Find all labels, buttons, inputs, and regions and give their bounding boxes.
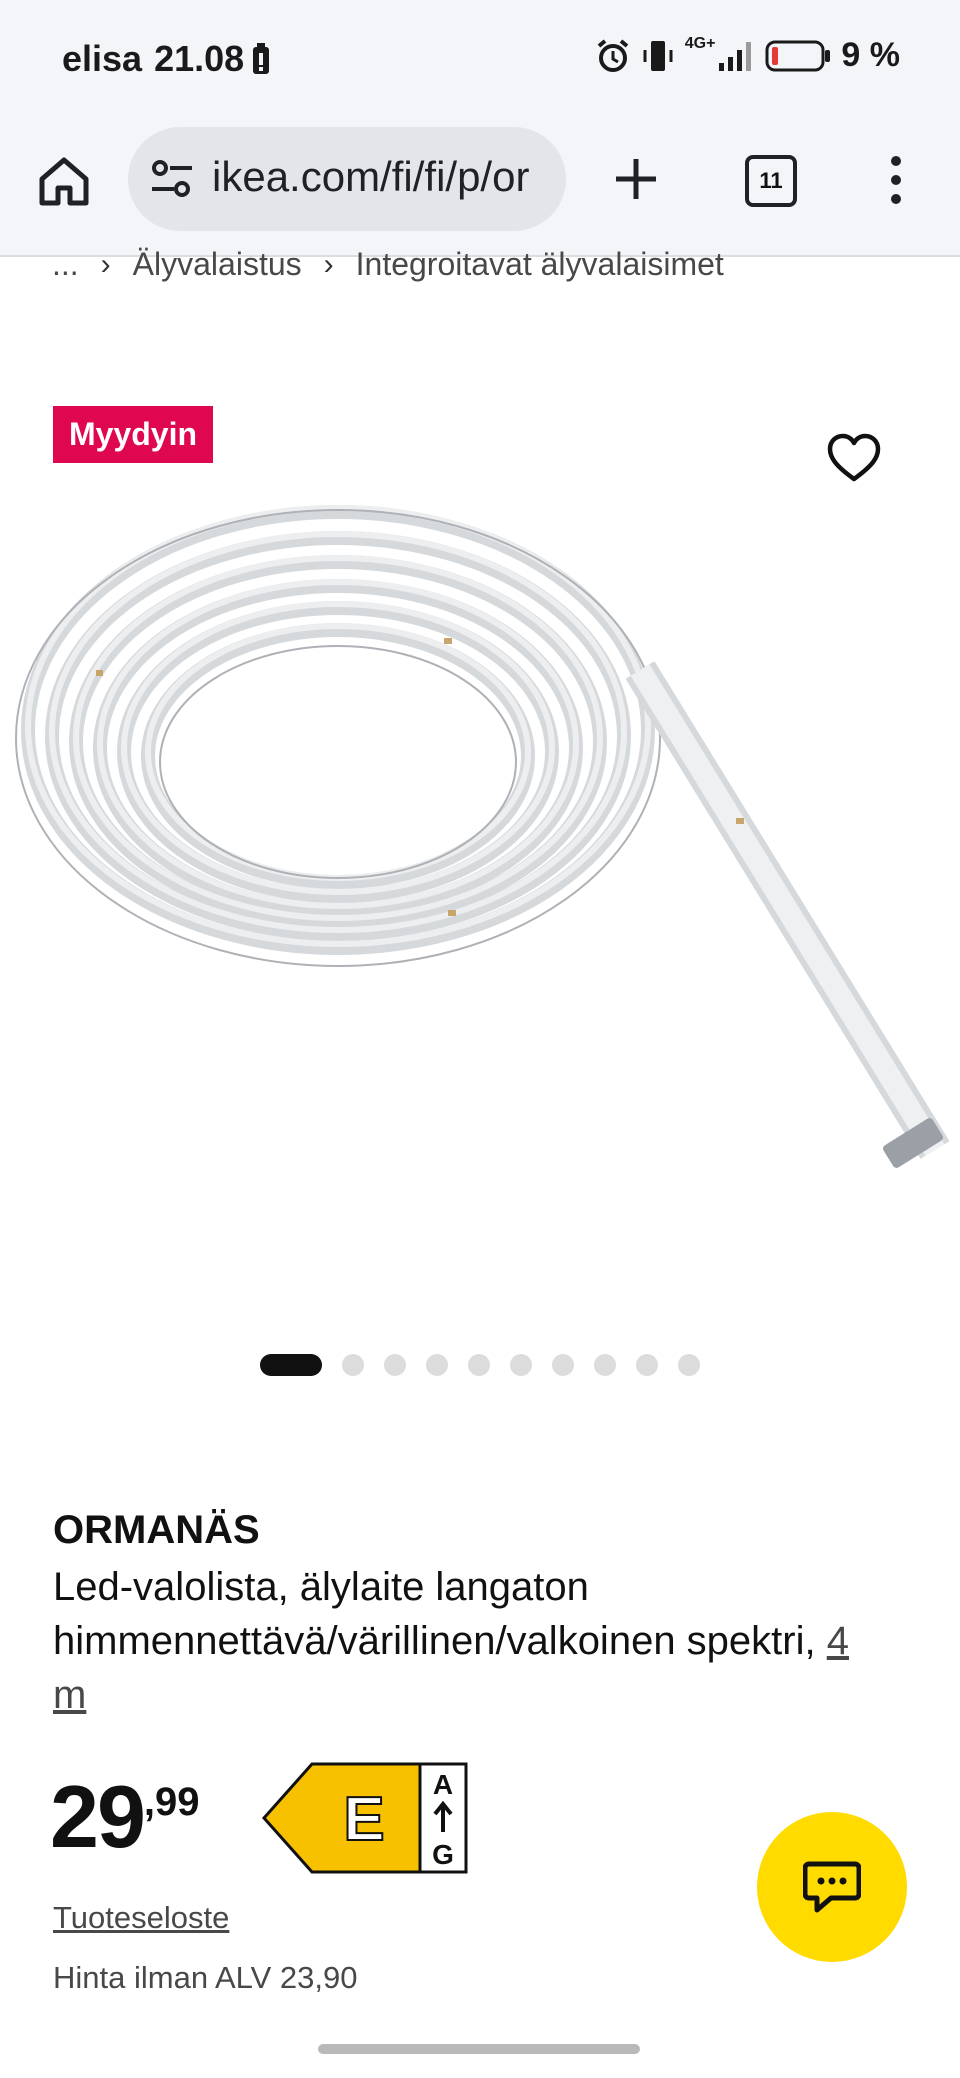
- product-name: ORMANÄS: [53, 1508, 260, 1552]
- carousel-dot[interactable]: [552, 1354, 574, 1376]
- bluetooth-vibrate-icon: [643, 40, 673, 71]
- carousel-dots: [0, 1354, 960, 1376]
- battery-percent: 9 %: [841, 36, 900, 74]
- energy-class: E: [343, 1785, 384, 1854]
- price-integer: 29: [50, 1767, 146, 1866]
- carousel-dot[interactable]: [510, 1354, 532, 1376]
- energy-label[interactable]: E A G: [262, 1762, 468, 1874]
- carousel-dot[interactable]: [260, 1354, 322, 1376]
- price: 29 ,99: [50, 1772, 200, 1862]
- home-icon[interactable]: [34, 151, 94, 211]
- chat-button[interactable]: [757, 1812, 907, 1962]
- energy-scale-top: A: [433, 1769, 453, 1800]
- heart-icon[interactable]: [826, 432, 882, 484]
- plus-icon[interactable]: [612, 155, 660, 203]
- carousel-dot[interactable]: [342, 1354, 364, 1376]
- carousel-dot[interactable]: [636, 1354, 658, 1376]
- product-description-text: Led-valolista, älylaite langaton himmenn…: [53, 1565, 816, 1663]
- price-decimal: ,99: [143, 1780, 200, 1824]
- browser-toolbar: ikea.com/fi/fi/p/or 11: [0, 125, 960, 257]
- carrier-name: elisa: [62, 38, 143, 79]
- battery-saver-icon: [253, 43, 270, 74]
- tabs-icon[interactable]: 11: [745, 155, 797, 207]
- chevron-right-icon: ›: [100, 247, 111, 281]
- status-bar: elisa 21.08 4G+ 9 %: [0, 0, 960, 125]
- carousel-dot[interactable]: [468, 1354, 490, 1376]
- more-vert-icon[interactable]: [880, 155, 912, 205]
- gesture-home-indicator[interactable]: [318, 2044, 640, 2054]
- product-image[interactable]: [0, 490, 960, 1190]
- carousel-dot[interactable]: [426, 1354, 448, 1376]
- bestseller-badge: Myydyin: [53, 406, 214, 463]
- tune-icon[interactable]: [150, 159, 194, 199]
- signal-icon: [719, 41, 752, 71]
- chevron-right-icon: ›: [323, 247, 334, 281]
- chat-icon: [803, 1861, 861, 1913]
- url-text: ikea.com/fi/fi/p/or: [212, 153, 530, 200]
- battery-icon: [765, 40, 831, 71]
- tab-count: 11: [759, 168, 783, 193]
- price-without-vat: Hinta ilman ALV 23,90: [53, 1960, 358, 1995]
- status-right: 4G+ 9 %: [595, 36, 900, 75]
- carousel-dot[interactable]: [678, 1354, 700, 1376]
- breadcrumb-item[interactable]: Älyvalaistus: [133, 246, 302, 283]
- network-type: 4G+: [684, 35, 716, 52]
- carousel-dot[interactable]: [594, 1354, 616, 1376]
- clock: 21.08: [154, 38, 245, 79]
- energy-scale-bottom: G: [432, 1839, 454, 1870]
- url-bar[interactable]: ikea.com/fi/fi/p/or: [128, 127, 566, 231]
- datasheet-link[interactable]: Tuoteseloste: [53, 1900, 229, 1936]
- status-left: elisa 21.08: [62, 38, 270, 80]
- alarm-icon: [597, 38, 628, 72]
- product-description: Led-valolista, älylaite langaton himmenn…: [53, 1560, 873, 1722]
- breadcrumb: ... › Älyvalaistus › Integroitavat älyva…: [52, 246, 724, 283]
- breadcrumb-ellipsis[interactable]: ...: [52, 246, 79, 283]
- carousel-dot[interactable]: [384, 1354, 406, 1376]
- breadcrumb-item[interactable]: Integroitavat älyvalaisimet: [356, 246, 724, 283]
